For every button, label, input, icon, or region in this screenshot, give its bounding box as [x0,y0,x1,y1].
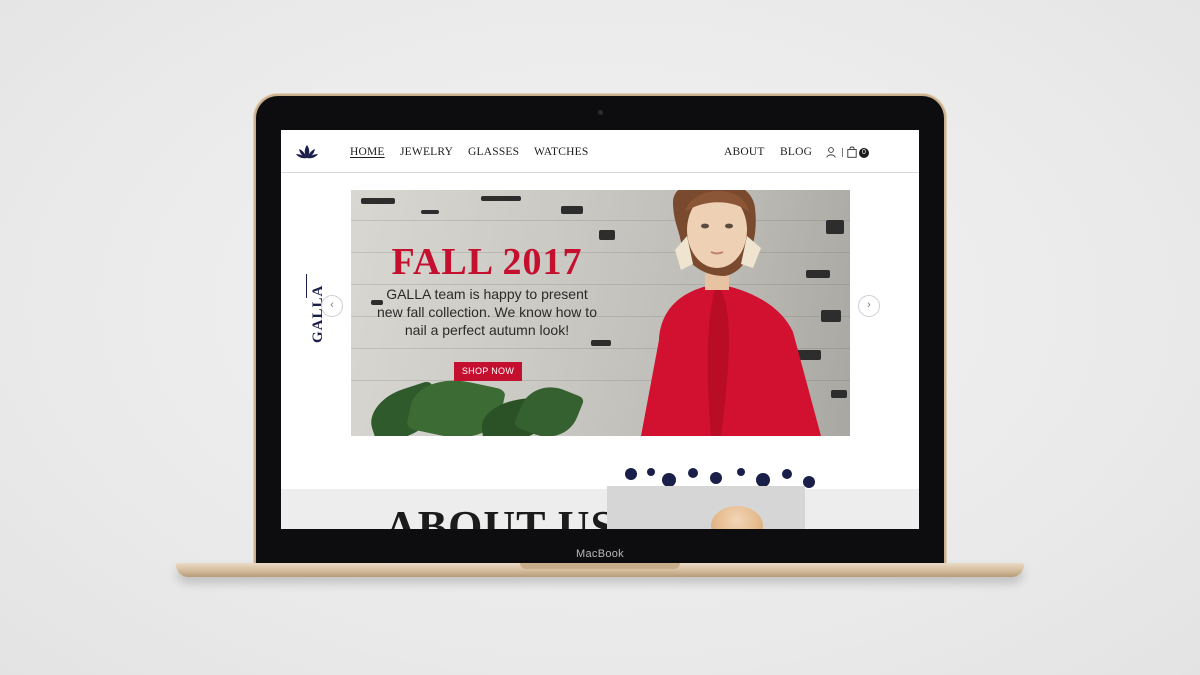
chevron-left-icon: ‹ [330,299,334,311]
nav-link-jewelry[interactable]: JEWELRY [400,146,453,158]
user-icon[interactable] [826,147,836,158]
top-navigation: HOME JEWELRY GLASSES WATCHES ABOUT BLOG … [281,130,919,173]
slider-next-button[interactable]: › [858,295,880,317]
camera-icon [598,110,603,115]
hero-slide: FALL 2017 GALLA team is happy to present… [351,190,850,436]
brand-divider-line [306,274,307,298]
cart-count-badge: 0 [859,148,869,158]
nav-link-watches[interactable]: WATCHES [534,146,588,158]
hero-description: GALLA team is happy to present new fall … [377,286,597,338]
model-photo [641,190,821,436]
nav-link-glasses[interactable]: GLASSES [468,146,519,158]
about-portrait [711,506,763,529]
shop-now-button[interactable]: SHOP NOW [454,362,522,381]
website-screen: HOME JEWELRY GLASSES WATCHES ABOUT BLOG … [281,130,919,529]
lotus-logo-icon[interactable] [296,144,318,160]
laptop-brand-label: MacBook [576,548,624,560]
about-heading: ABOUT US [385,502,616,529]
nav-link-blog[interactable]: BLOG [780,146,812,158]
hero-title: FALL 2017 [391,241,583,283]
nav-link-about[interactable]: ABOUT [724,146,765,158]
nav-link-home[interactable]: HOME [350,146,385,158]
nav-divider [842,148,843,157]
shopping-bag-icon[interactable] [847,146,857,158]
about-photo [607,486,805,529]
chevron-right-icon: › [867,299,871,311]
slider-prev-button[interactable]: ‹ [321,295,343,317]
laptop-notch [520,563,680,569]
